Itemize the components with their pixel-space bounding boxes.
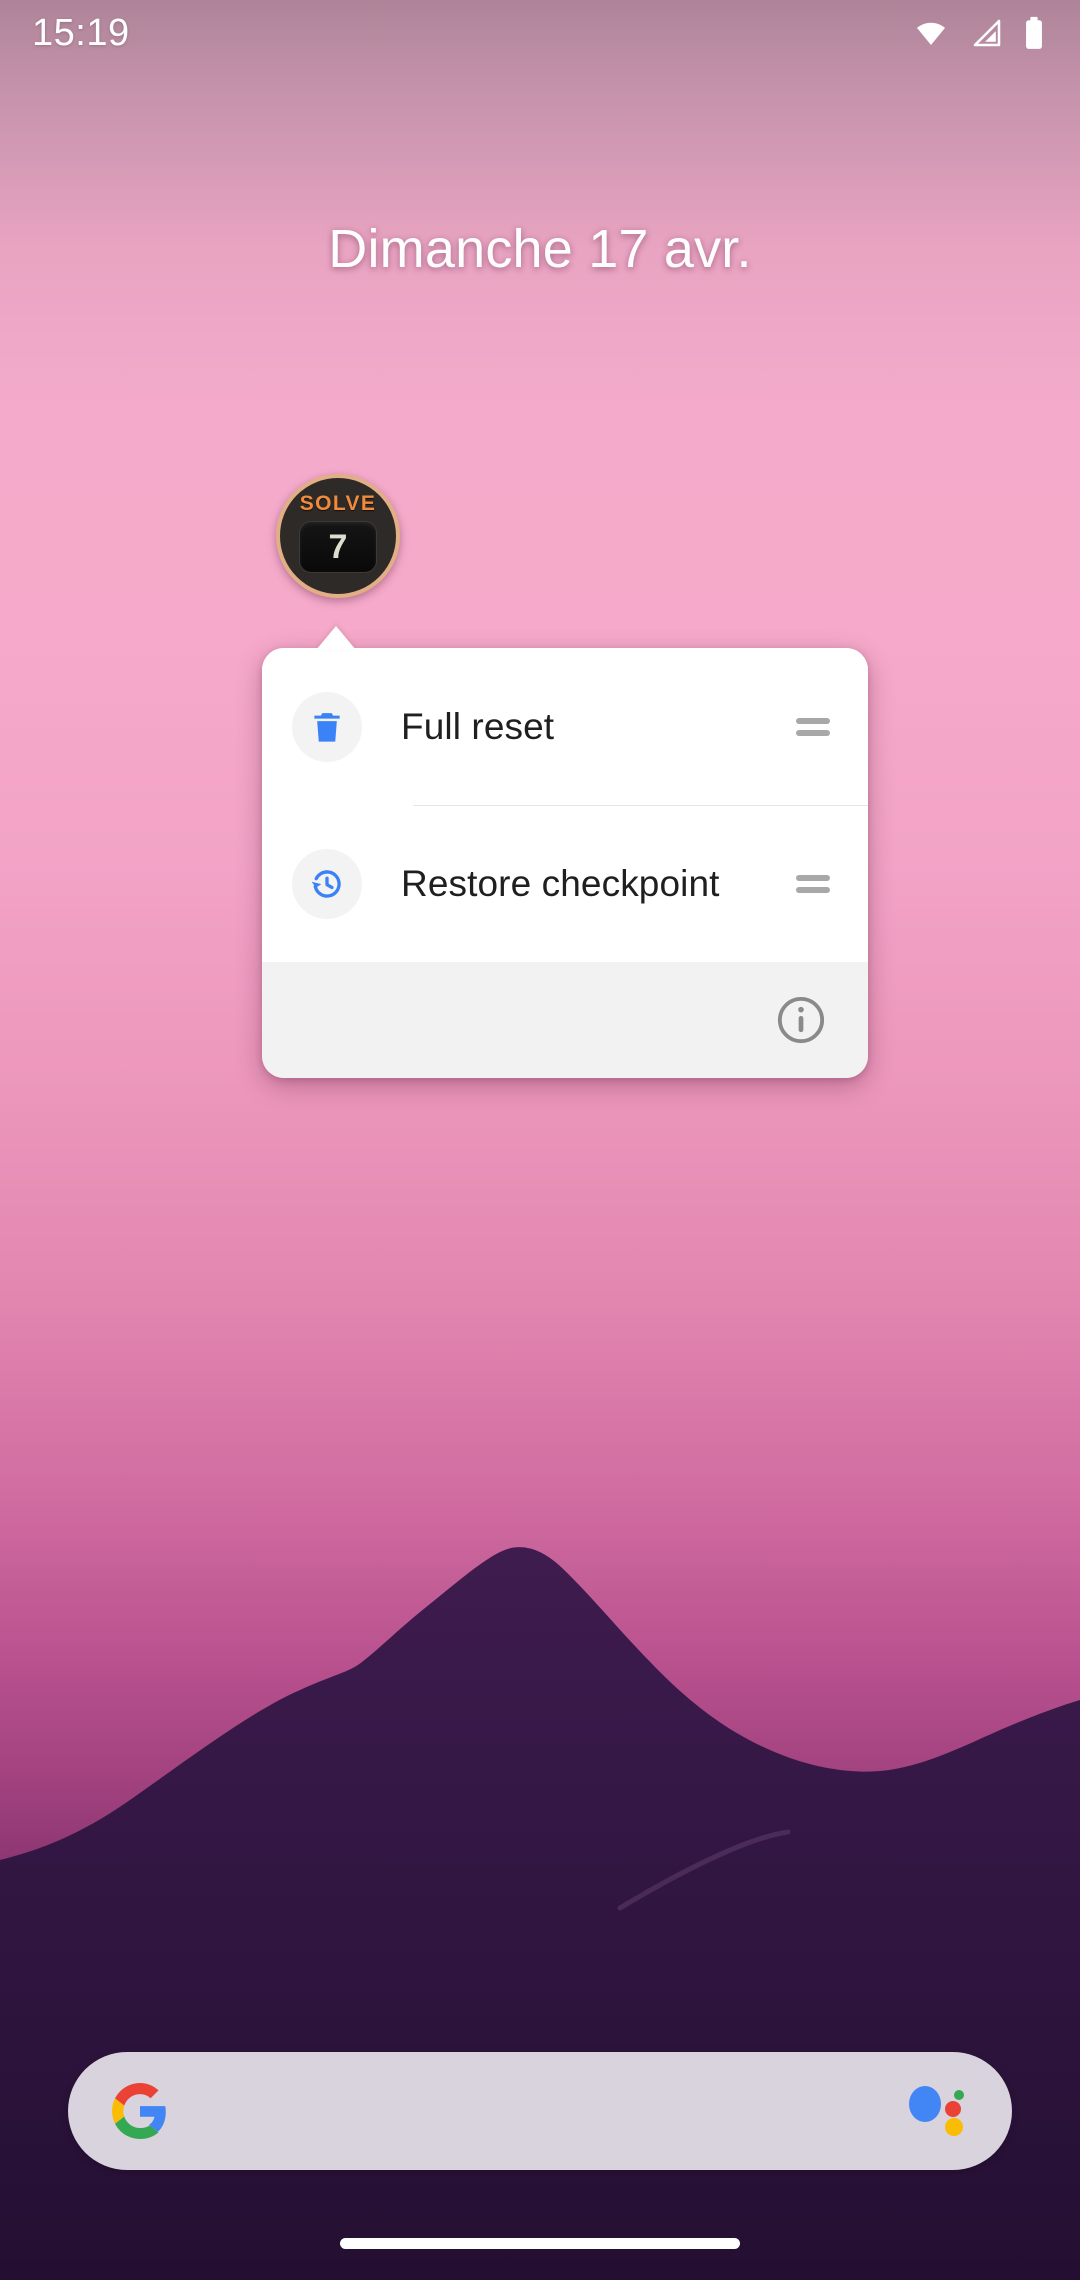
- home-screen: 15:19 Dimanche 17 avr. SOLVE 7 Full rese…: [0, 0, 1080, 2280]
- menu-item-full-reset[interactable]: Full reset: [262, 648, 868, 805]
- app-shortcut-popup: Full reset Restore checkpoint: [262, 648, 868, 1078]
- app-icon-body: SOLVE 7: [276, 474, 400, 598]
- wallpaper-mountain-silhouette: [0, 0, 1080, 2280]
- date-widget[interactable]: Dimanche 17 avr.: [0, 218, 1080, 280]
- google-assistant-icon[interactable]: [904, 2082, 968, 2140]
- history-restore-icon: [292, 848, 362, 919]
- date-text: Dimanche 17 avr.: [328, 219, 752, 279]
- trash-icon: [292, 691, 362, 762]
- popup-pointer-arrow: [316, 626, 356, 650]
- status-bar-icons: [910, 16, 1046, 50]
- drag-handle-icon[interactable]: [796, 717, 830, 736]
- home-gesture-pill[interactable]: [340, 2238, 740, 2249]
- wifi-icon: [910, 17, 952, 49]
- info-circle-icon[interactable]: [774, 993, 828, 1047]
- menu-item-label: Restore checkpoint: [401, 862, 720, 904]
- google-g-icon: [112, 2083, 168, 2139]
- cellular-signal-icon: [968, 17, 1006, 49]
- status-bar: 15:19: [0, 0, 1080, 66]
- status-bar-clock: 15:19: [32, 12, 130, 54]
- google-search-bar[interactable]: [68, 2052, 1012, 2170]
- popup-footer: [262, 962, 868, 1078]
- battery-icon: [1022, 16, 1046, 50]
- menu-item-label: Full reset: [401, 705, 555, 747]
- drag-handle-icon[interactable]: [796, 874, 830, 893]
- app-icon-solve[interactable]: SOLVE 7: [276, 474, 400, 598]
- app-icon-display-panel: 7: [299, 521, 377, 573]
- menu-item-restore-checkpoint[interactable]: Restore checkpoint: [262, 805, 868, 962]
- app-icon-display-value: 7: [328, 528, 348, 566]
- app-icon-brand-label: SOLVE: [299, 492, 377, 515]
